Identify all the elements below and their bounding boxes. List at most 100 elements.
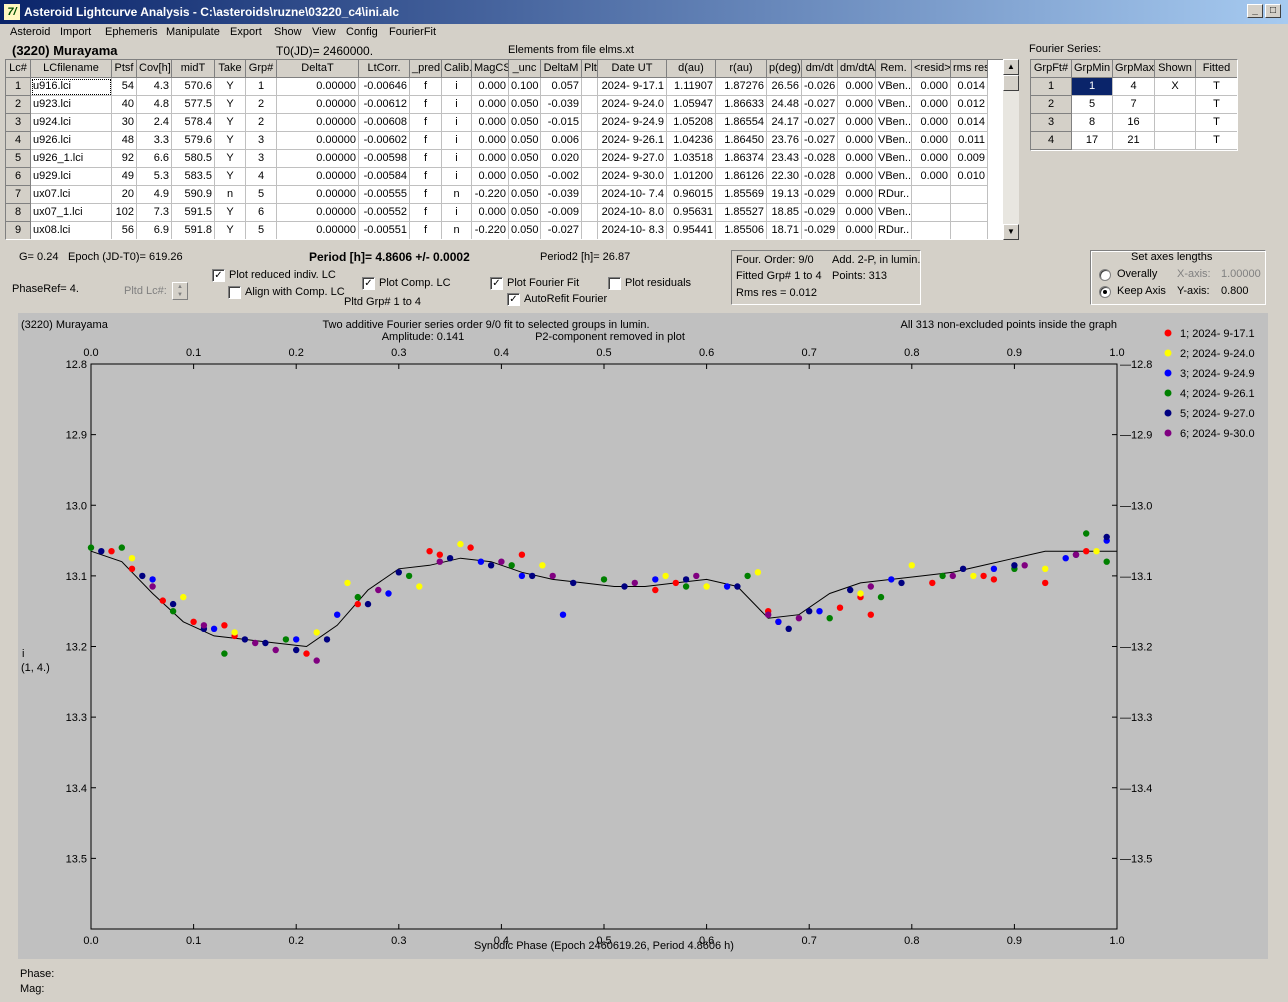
cell-grp[interactable]: 5 — [246, 186, 277, 204]
cell-calib[interactable]: i — [442, 204, 472, 222]
cell-ltcorr[interactable]: -0.00608 — [359, 114, 410, 132]
cell-plt[interactable] — [582, 150, 598, 168]
column-header-deltam[interactable]: DeltaM — [541, 60, 582, 78]
cell-grp[interactable]: 4 — [246, 168, 277, 186]
cell-resid[interactable] — [912, 204, 951, 222]
cell-midt[interactable]: 570.6 — [172, 78, 215, 96]
cell-cov[interactable]: 7.3 — [137, 204, 172, 222]
column-header-ptsf[interactable]: Ptsf — [112, 60, 137, 78]
cell-r-au[interactable]: 1.85569 — [716, 186, 767, 204]
lightcurve-plot-panel[interactable]: (3220) Murayama Two additive Fourier ser… — [18, 313, 1268, 959]
cell-lc-filename[interactable]: ux08.lci — [31, 222, 112, 239]
overally-radio[interactable] — [1099, 269, 1111, 281]
cell-dmdt[interactable]: -0.027 — [802, 96, 838, 114]
fourier-cell-grpmin[interactable]: 17 — [1072, 132, 1113, 150]
fourier-cell-shown[interactable]: X — [1155, 78, 1196, 96]
keep-axis-radio[interactable] — [1099, 286, 1111, 298]
cell-grp[interactable]: 1 — [246, 78, 277, 96]
cell-deltat[interactable]: 0.00000 — [277, 114, 359, 132]
cell-d-au[interactable]: 1.05208 — [667, 114, 716, 132]
cell-d-au[interactable]: 1.01200 — [667, 168, 716, 186]
cell-dmdt[interactable]: -0.029 — [802, 186, 838, 204]
cell-d-au[interactable]: 1.04236 — [667, 132, 716, 150]
cell-pred[interactable]: f — [410, 114, 442, 132]
cell-dmdta[interactable]: 0.000 — [838, 204, 876, 222]
cell-rms-res[interactable]: 0.010 — [951, 168, 988, 186]
cell-unc[interactable]: 0.050 — [509, 204, 541, 222]
cell-p-deg[interactable]: 23.43 — [767, 150, 802, 168]
scroll-thumb[interactable] — [1003, 75, 1019, 91]
cell-deltat[interactable]: 0.00000 — [277, 78, 359, 96]
fourier-cell-grpmin[interactable]: 8 — [1072, 114, 1113, 132]
cell-midt[interactable]: 580.5 — [172, 150, 215, 168]
fourier-cell-shown[interactable] — [1155, 114, 1196, 132]
cell-rms-res[interactable] — [951, 222, 988, 239]
cell-magcs[interactable]: 0.000 — [472, 150, 509, 168]
cell-ltcorr[interactable]: -0.00612 — [359, 96, 410, 114]
column-header-ltcorr[interactable]: LtCorr. — [359, 60, 410, 78]
column-header-deltat[interactable]: DeltaT — [277, 60, 359, 78]
cell-grp[interactable]: 3 — [246, 132, 277, 150]
cell-dmdta[interactable]: 0.000 — [838, 186, 876, 204]
fourier-cell-grpmax[interactable]: 21 — [1113, 132, 1155, 150]
cell-lc-filename[interactable]: ux07_1.lci — [31, 204, 112, 222]
column-header-lc-num[interactable]: Lc# — [6, 60, 31, 78]
cell-grp[interactable]: 2 — [246, 96, 277, 114]
cell-deltam[interactable]: -0.009 — [541, 204, 582, 222]
cell-midt[interactable]: 590.9 — [172, 186, 215, 204]
cell-take[interactable]: Y — [215, 96, 246, 114]
cell-ltcorr[interactable]: -0.00555 — [359, 186, 410, 204]
cell-magcs[interactable]: 0.000 — [472, 114, 509, 132]
cell-lc-filename[interactable]: u916.lci — [31, 78, 112, 96]
column-header-date-ut[interactable]: Date UT — [598, 60, 667, 78]
cell-dmdta[interactable]: 0.000 — [838, 222, 876, 239]
fourier-column-shown[interactable]: Shown — [1155, 60, 1196, 78]
cell-p-deg[interactable]: 23.76 — [767, 132, 802, 150]
cell-rms-res[interactable] — [951, 186, 988, 204]
cell-magcs[interactable]: 0.000 — [472, 204, 509, 222]
cell-p-deg[interactable]: 18.71 — [767, 222, 802, 239]
column-header-dmdta[interactable]: dm/dtA — [838, 60, 876, 78]
cell-grp[interactable]: 3 — [246, 150, 277, 168]
fourier-cell-grpft[interactable]: 3 — [1031, 114, 1072, 132]
cell-r-au[interactable]: 1.86554 — [716, 114, 767, 132]
cell-date-ut[interactable]: 2024-10- 8.0 — [598, 204, 667, 222]
cell-ptsf[interactable]: 56 — [112, 222, 137, 239]
cell-dmdt[interactable]: -0.029 — [802, 204, 838, 222]
cell-deltam[interactable]: 0.006 — [541, 132, 582, 150]
cell-p-deg[interactable]: 24.17 — [767, 114, 802, 132]
column-header-cov[interactable]: Cov[h] — [137, 60, 172, 78]
cell-take[interactable]: Y — [215, 204, 246, 222]
cell-dmdta[interactable]: 0.000 — [838, 114, 876, 132]
fourier-cell-fitted[interactable]: T — [1196, 114, 1237, 132]
table-row[interactable]: 8 ux07_1.lci 102 7.3 591.5 Y 6 0.00000 -0.00552 f… — [6, 204, 1004, 222]
fourier-cell-fitted[interactable]: T — [1196, 132, 1237, 150]
lightcurve-table[interactable]: Lc# LCfilename Ptsf Cov[h] midT Take Grp# Delta… — [5, 59, 1005, 240]
cell-date-ut[interactable]: 2024- 9-17.1 — [598, 78, 667, 96]
column-header-resid[interactable]: <resid> — [912, 60, 951, 78]
cell-date-ut[interactable]: 2024- 9-24.9 — [598, 114, 667, 132]
cell-resid[interactable] — [912, 222, 951, 239]
table-row[interactable]: 5 u926_1.lci 92 6.6 580.5 Y 3 0.00000 -0.00598 f i… — [6, 150, 1004, 168]
cell-take[interactable]: Y — [215, 132, 246, 150]
cell-r-au[interactable]: 1.85527 — [716, 204, 767, 222]
cell-ltcorr[interactable]: -0.00551 — [359, 222, 410, 239]
cell-resid[interactable]: 0.000 — [912, 168, 951, 186]
cell-midt[interactable]: 579.6 — [172, 132, 215, 150]
column-header-take[interactable]: Take — [215, 60, 246, 78]
column-header-magcs[interactable]: MagCS — [472, 60, 509, 78]
cell-pred[interactable]: f — [410, 186, 442, 204]
cell-date-ut[interactable]: 2024- 9-27.0 — [598, 150, 667, 168]
cell-rem[interactable]: VBen.. — [876, 132, 912, 150]
table-row[interactable]: 7 ux07.lci 20 4.9 590.9 n 5 0.00000 -0.00555 f n -0… — [6, 186, 1004, 204]
spin-down-icon[interactable]: ▼ — [173, 291, 187, 299]
plot-fourier-checkbox[interactable]: ✓ — [490, 277, 503, 290]
fourier-cell-grpmin[interactable]: 5 — [1072, 96, 1113, 114]
fourier-series-table[interactable]: GrpFt# GrpMin GrpMax Shown Fitted 1 1 4 X T 2 5 7 T 3 8… — [1030, 59, 1238, 151]
cell-cov[interactable]: 6.6 — [137, 150, 172, 168]
lightcurve-chart[interactable]: (3220) Murayama Two additive Fourier ser… — [18, 313, 1268, 959]
cell-cov[interactable]: 5.3 — [137, 168, 172, 186]
cell-ptsf[interactable]: 54 — [112, 78, 137, 96]
cell-deltam[interactable]: 0.020 — [541, 150, 582, 168]
cell-ltcorr[interactable]: -0.00602 — [359, 132, 410, 150]
